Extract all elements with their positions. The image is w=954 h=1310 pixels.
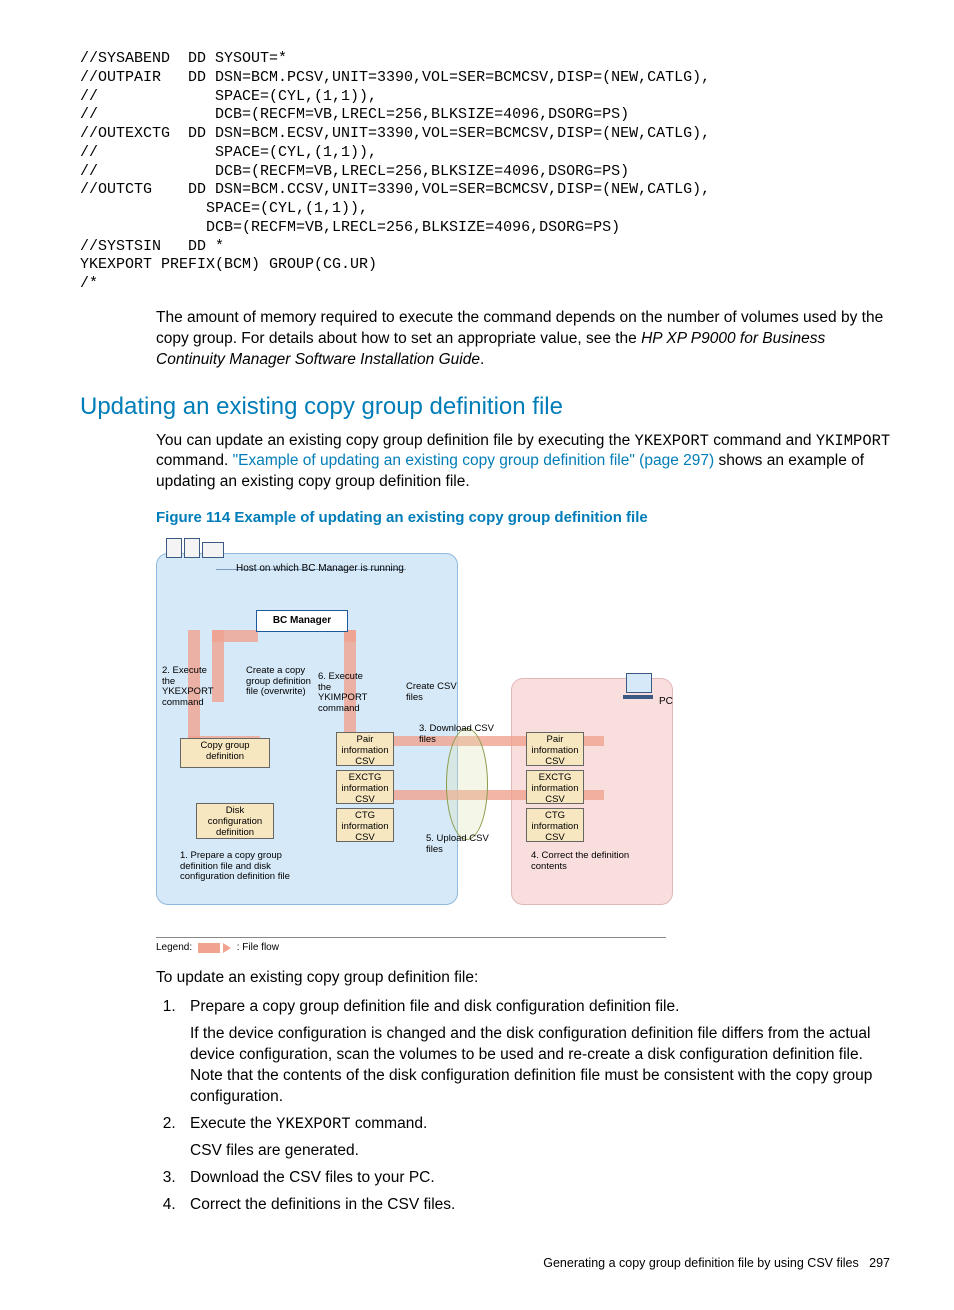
step-3: Download the CSV files to your PC.: [180, 1168, 894, 1189]
host-label: Host on which BC Manager is running: [236, 563, 404, 574]
cmd-ykexport: YKEXPORT: [635, 432, 709, 450]
step-text: Correct the definitions in the CSV files…: [190, 1196, 455, 1213]
monitor-icon: [202, 542, 224, 558]
legend-text: : File flow: [237, 942, 279, 953]
step-1: Prepare a copy group definition file and…: [180, 997, 894, 1108]
server-icon: [184, 538, 200, 558]
intro-paragraph: You can update an existing copy group de…: [156, 431, 894, 494]
text: command and: [709, 432, 816, 449]
bc-manager-box: BC Manager: [256, 610, 348, 632]
create-def-annotation: Create a copy group definition file (ove…: [246, 666, 311, 697]
step-text: command.: [351, 1115, 428, 1132]
step6-annotation: 6. Execute the YKIMPORT command: [318, 672, 378, 714]
step-detail: If the device configuration is changed a…: [190, 1024, 894, 1108]
steps-list: Prepare a copy group definition file and…: [156, 997, 894, 1215]
section-heading: Updating an existing copy group definiti…: [80, 393, 894, 421]
ctg-csv-pc-box: CTG information CSV: [526, 808, 584, 842]
step5-annotation: 5. Upload CSV files: [426, 834, 498, 855]
server-icon: [166, 538, 182, 558]
step-detail: CSV files are generated.: [190, 1141, 894, 1162]
exctg-csv-pc-box: EXCTG information CSV: [526, 770, 584, 804]
text: .: [480, 351, 484, 368]
copy-group-def-box: Copy group definition: [180, 738, 270, 768]
step-text: Prepare a copy group definition file and…: [190, 998, 679, 1015]
arrow-icon: [223, 943, 231, 953]
step-text: Execute the: [190, 1115, 276, 1132]
steps-intro: To update an existing copy group definit…: [156, 969, 894, 987]
disk-config-box: Disk configuration definition: [196, 803, 274, 839]
jcl-code-block: //SYSABEND DD SYSOUT=* //OUTPAIR DD DSN=…: [80, 50, 894, 294]
page-footer: Generating a copy group definition file …: [80, 1256, 894, 1270]
step-2: Execute the YKEXPORT command. CSV files …: [180, 1114, 894, 1162]
diagram: Host on which BC Manager is running BC M…: [156, 538, 676, 953]
ctg-csv-host-box: CTG information CSV: [336, 808, 394, 842]
legend-label: Legend:: [156, 942, 192, 953]
text: command.: [156, 452, 233, 469]
legend-swatch: [198, 943, 220, 953]
step2-annotation: 2. Execute the YKEXPORT command: [162, 666, 217, 708]
step-text: Download the CSV files to your PC.: [190, 1169, 435, 1186]
figure-caption: Figure 114 Example of updating an existi…: [156, 509, 894, 526]
create-csv-annotation: Create CSV files: [406, 682, 461, 703]
flow-arrow: [212, 630, 258, 642]
step1-annotation: 1. Prepare a copy group definition file …: [180, 851, 310, 882]
cmd-ykexport: YKEXPORT: [276, 1115, 350, 1133]
footer-text: Generating a copy group definition file …: [543, 1256, 858, 1270]
pair-csv-pc-box: Pair information CSV: [526, 732, 584, 766]
legend: Legend: : File flow: [156, 937, 666, 953]
cmd-ykimport: YKIMPORT: [816, 432, 890, 450]
figure-114: Host on which BC Manager is running BC M…: [156, 538, 894, 953]
page-number: 297: [869, 1256, 890, 1270]
step3-annotation: 3. Download CSV files: [419, 724, 504, 745]
host-icons: [166, 538, 224, 558]
memory-paragraph: The amount of memory required to execute…: [156, 308, 894, 371]
exctg-csv-host-box: EXCTG information CSV: [336, 770, 394, 804]
step4-annotation: 4. Correct the definition contents: [531, 851, 641, 872]
pc-icon: [626, 673, 654, 701]
text: You can update an existing copy group de…: [156, 432, 635, 449]
figure-crossref-link[interactable]: "Example of updating an existing copy gr…: [233, 452, 714, 469]
pair-csv-host-box: Pair information CSV: [336, 732, 394, 766]
step-4: Correct the definitions in the CSV files…: [180, 1195, 894, 1216]
